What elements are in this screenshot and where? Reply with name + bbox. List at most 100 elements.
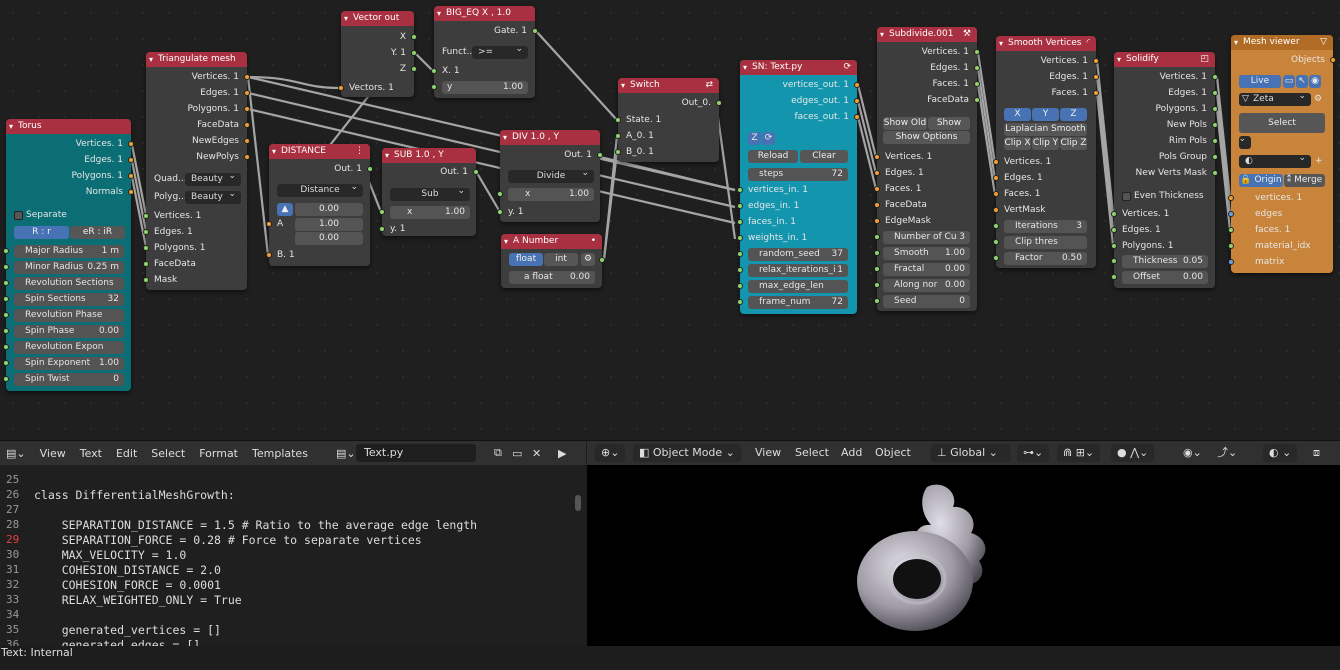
input-socket[interactable] bbox=[874, 154, 880, 160]
menu-view[interactable]: View bbox=[749, 444, 787, 462]
node-header[interactable]: Triangulate mesh bbox=[146, 52, 247, 67]
input-socket[interactable] bbox=[874, 186, 880, 192]
node-field[interactable]: Factor 0.50 bbox=[1004, 252, 1087, 265]
input-socket[interactable] bbox=[266, 221, 272, 227]
output-socket[interactable] bbox=[128, 173, 134, 179]
clear-button[interactable]: Clear bbox=[800, 150, 848, 163]
input-socket[interactable] bbox=[1111, 227, 1117, 233]
output-socket[interactable] bbox=[244, 106, 250, 112]
input-socket[interactable] bbox=[3, 248, 9, 254]
x-field[interactable]: x 1.00 bbox=[390, 206, 470, 219]
snap-icon[interactable]: ⋒ ⊞⌄ bbox=[1057, 444, 1101, 462]
triangulate-node[interactable]: Triangulate mesh Quad... Beauty Polyg...… bbox=[143, 52, 250, 290]
editor-type-icon[interactable]: ▤⌄ bbox=[6, 447, 26, 460]
input-socket[interactable] bbox=[737, 187, 743, 193]
node-field[interactable]: Thickness 0.05 bbox=[1122, 255, 1208, 268]
input-socket[interactable] bbox=[874, 266, 880, 272]
menu-select[interactable]: Select bbox=[789, 444, 835, 462]
sn-text-node[interactable]: SN: Text.py ⟳ Z ⟳ Reload Clear steps 72 ve… bbox=[737, 60, 860, 314]
node-field[interactable]: Number of Cu 3 bbox=[883, 231, 970, 244]
node-header[interactable]: SUB 1.0 , Y bbox=[382, 148, 476, 163]
wrench-icon[interactable]: ⚒ bbox=[963, 27, 971, 42]
node-field[interactable]: Major Radius 1 m bbox=[14, 245, 124, 258]
input-socket[interactable] bbox=[3, 328, 9, 334]
node-field[interactable]: Fractal 0.00 bbox=[883, 263, 970, 276]
node-field[interactable]: Revolution Sections32 bbox=[14, 277, 124, 290]
input-socket[interactable] bbox=[379, 209, 385, 215]
material-field[interactable]: ◐ bbox=[1239, 155, 1311, 168]
input-socket[interactable] bbox=[431, 84, 437, 90]
clip-x-button[interactable]: Clip X bbox=[1004, 137, 1031, 150]
gizmo-icon[interactable]: ⤴⌄ bbox=[1211, 444, 1243, 462]
menu-select[interactable]: Select bbox=[151, 447, 185, 460]
output-socket[interactable] bbox=[854, 98, 860, 104]
node-field[interactable]: Spin Exponent 1.00 bbox=[14, 357, 124, 370]
input-socket[interactable] bbox=[379, 226, 385, 232]
node-field[interactable]: relax_iterations_i 1 bbox=[748, 264, 848, 277]
output-socket[interactable] bbox=[244, 74, 250, 80]
input-socket[interactable] bbox=[737, 267, 743, 273]
output-socket[interactable] bbox=[411, 34, 417, 40]
code-area[interactable]: 25 26 class DifferentialMeshGrowth: 27 28 SE… bbox=[0, 465, 586, 647]
output-socket[interactable] bbox=[1330, 57, 1336, 63]
scrollbar[interactable] bbox=[575, 495, 581, 511]
input-socket[interactable] bbox=[615, 133, 621, 139]
output-socket[interactable] bbox=[1212, 106, 1218, 112]
menu-edit[interactable]: Edit bbox=[116, 447, 137, 460]
input-socket[interactable] bbox=[1228, 195, 1234, 201]
node-field[interactable]: random_seed 37 bbox=[748, 248, 848, 261]
viewport-icon[interactable]: ▭ bbox=[1283, 75, 1295, 88]
text-browse-icon[interactable]: ▤⌄ bbox=[336, 447, 356, 460]
float-button[interactable]: float bbox=[509, 253, 543, 266]
editor-type-icon[interactable]: ⊕⌄ bbox=[595, 444, 626, 462]
clip-y-button[interactable]: Clip Y bbox=[1032, 137, 1059, 150]
output-socket[interactable] bbox=[128, 189, 134, 195]
node-header[interactable]: SN: Text.py ⟳ bbox=[740, 60, 857, 75]
input-socket[interactable] bbox=[993, 207, 999, 213]
output-socket[interactable] bbox=[1212, 90, 1218, 96]
smooth-vertices-node[interactable]: Smooth Vertices◜ X Y Z Laplacian Smooth … bbox=[993, 36, 1099, 268]
reload-icon[interactable]: ⟳ bbox=[762, 132, 775, 145]
show-new-button[interactable]: Show Ne... bbox=[928, 117, 970, 141]
menu-view[interactable]: View bbox=[40, 447, 66, 460]
mesh-viewer-node[interactable]: Mesh viewer ▽ Objects Live ▭ ↖ ◉ Zeta ▽ ⚙… bbox=[1228, 35, 1336, 273]
object-name-field[interactable]: Zeta bbox=[1239, 93, 1311, 106]
node-field[interactable]: Seed 0 bbox=[883, 295, 970, 308]
node-field[interactable]: Revolution Expon1.00 bbox=[14, 341, 124, 354]
input-socket[interactable] bbox=[993, 255, 999, 261]
input-socket[interactable] bbox=[3, 296, 9, 302]
input-socket[interactable] bbox=[737, 203, 743, 209]
input-socket[interactable] bbox=[338, 85, 344, 91]
output-socket[interactable] bbox=[974, 81, 980, 87]
input-socket[interactable] bbox=[737, 219, 743, 225]
output-socket[interactable] bbox=[1093, 74, 1099, 80]
node-header[interactable]: A Number • bbox=[501, 234, 602, 249]
node-field[interactable]: Clip thres0.000 bbox=[1004, 236, 1087, 249]
vector-a-field[interactable]: 1.00 bbox=[295, 218, 363, 231]
settings-icon[interactable]: ⚙ bbox=[581, 253, 595, 266]
output-socket[interactable] bbox=[532, 28, 538, 34]
input-socket[interactable] bbox=[874, 202, 880, 208]
switch-node[interactable]: Switch ⇄ Out_0. State. 1 A_0. 1 B_0. 1 bbox=[615, 78, 722, 162]
steps-field[interactable]: steps 72 bbox=[748, 168, 848, 181]
input-socket[interactable] bbox=[993, 159, 999, 165]
node-header[interactable]: Smooth Vertices ◜ bbox=[996, 36, 1096, 51]
object-settings-icon[interactable]: ⚙ bbox=[1314, 92, 1322, 106]
orientation-dropdown[interactable]: ⊥ Global ⌄ bbox=[931, 444, 1011, 462]
input-socket[interactable] bbox=[3, 280, 9, 286]
input-socket[interactable] bbox=[874, 282, 880, 288]
input-socket[interactable] bbox=[497, 209, 503, 215]
separate-checkbox[interactable] bbox=[14, 211, 23, 220]
input-socket[interactable] bbox=[143, 229, 149, 235]
output-socket[interactable] bbox=[244, 138, 250, 144]
output-socket[interactable] bbox=[367, 166, 373, 172]
select-cursor-icon[interactable]: ↖ bbox=[1296, 75, 1308, 88]
a-number-node[interactable]: A Number • float int ⚙ a float 0.00 bbox=[501, 234, 605, 288]
input-socket[interactable] bbox=[615, 117, 621, 123]
input-socket[interactable] bbox=[143, 213, 149, 219]
output-socket[interactable] bbox=[1212, 154, 1218, 160]
menu-object[interactable]: Object bbox=[869, 444, 917, 462]
input-socket[interactable] bbox=[993, 223, 999, 229]
node-field[interactable]: Spin Twist 0 bbox=[14, 373, 124, 386]
output-socket[interactable] bbox=[244, 122, 250, 128]
